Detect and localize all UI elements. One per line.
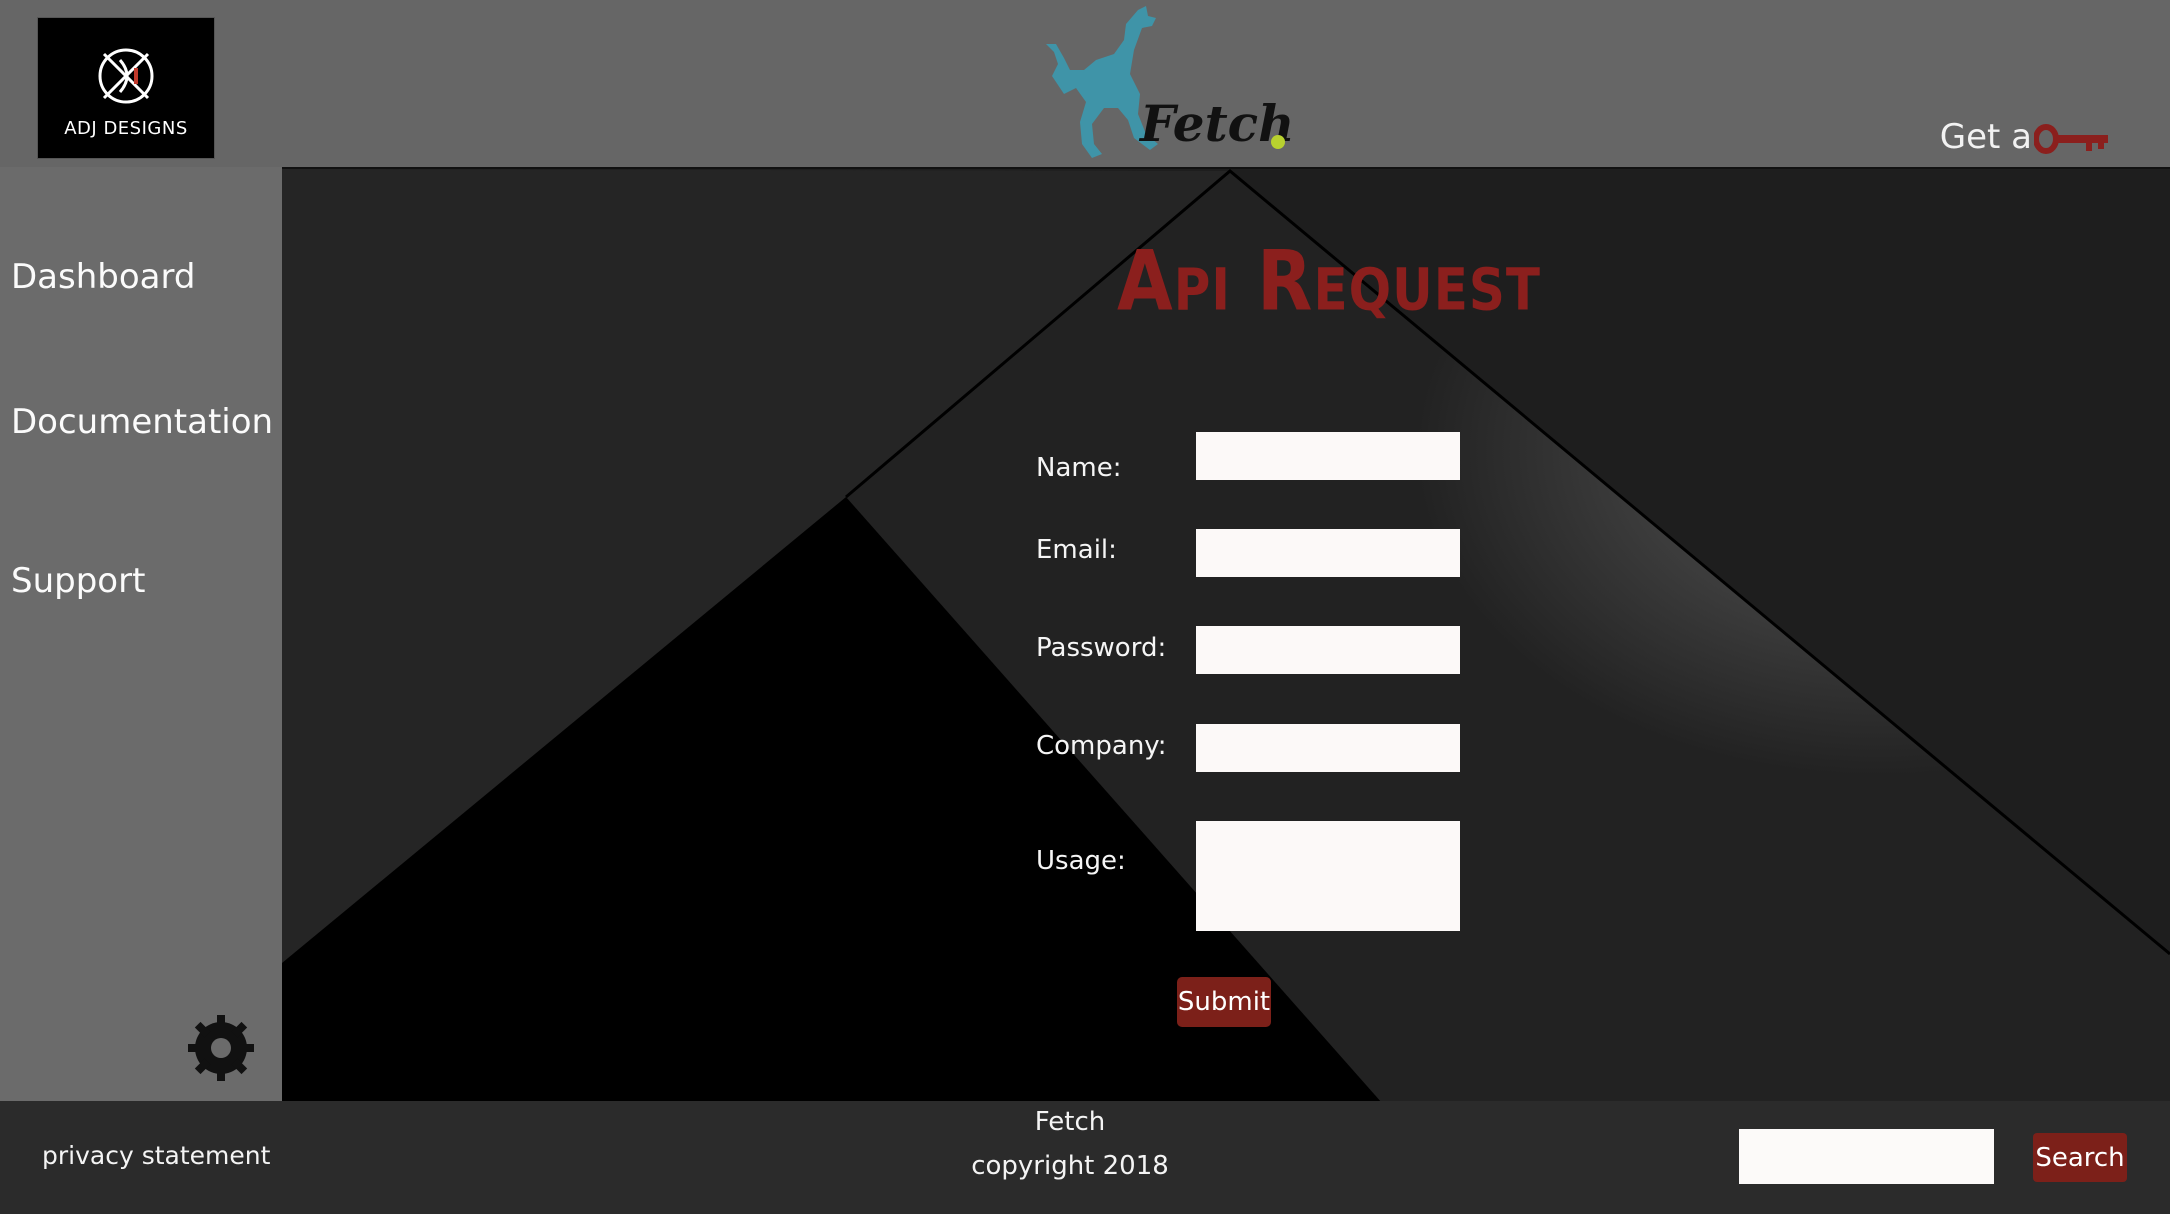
company-field[interactable]: [1196, 724, 1460, 772]
search-button[interactable]: Search: [2033, 1133, 2127, 1182]
brand-name: ADJ DESIGNS: [64, 118, 188, 139]
copyright-text: copyright 2018: [971, 1151, 1169, 1181]
email-field[interactable]: [1196, 529, 1460, 577]
password-label: Password:: [1036, 633, 1167, 663]
usage-label: Usage:: [1036, 846, 1126, 876]
brand-monogram-icon: [98, 48, 154, 104]
get-a-key-text: Get a: [1939, 117, 2032, 157]
footer-app-name: Fetch: [1034, 1107, 1106, 1137]
privacy-statement-link[interactable]: privacy statement: [42, 1141, 270, 1170]
company-label: Company:: [1036, 731, 1167, 761]
name-label: Name:: [1036, 453, 1122, 483]
sidebar: Dashboard Documentation Support: [0, 167, 282, 1101]
gear-icon[interactable]: [186, 1013, 256, 1083]
search-input[interactable]: [1739, 1129, 1994, 1184]
tennis-ball-icon: [1271, 135, 1285, 149]
key-icon: [2034, 124, 2108, 154]
brand-logo[interactable]: ADJ DESIGNS: [37, 17, 215, 159]
sidebar-item-documentation[interactable]: Documentation: [11, 402, 273, 442]
email-label: Email:: [1036, 535, 1117, 565]
password-field[interactable]: [1196, 626, 1460, 674]
sidebar-item-dashboard[interactable]: Dashboard: [11, 257, 195, 297]
name-field[interactable]: [1196, 432, 1460, 480]
sidebar-item-support[interactable]: Support: [11, 561, 145, 601]
submit-button[interactable]: Submit: [1177, 977, 1271, 1027]
page-title: Api Request: [1117, 232, 1542, 330]
footer: privacy statement Fetch copyright 2018 S…: [0, 1101, 2170, 1214]
usage-field[interactable]: [1196, 821, 1460, 931]
get-a-key-link[interactable]: Get a: [1940, 112, 2110, 162]
fetch-logo[interactable]: Fetch: [1030, 4, 1294, 164]
header: ADJ DESIGNS Fetch Get a: [0, 0, 2170, 167]
main-content: Api Request Name: Email: Password: Compa…: [282, 167, 2170, 1103]
